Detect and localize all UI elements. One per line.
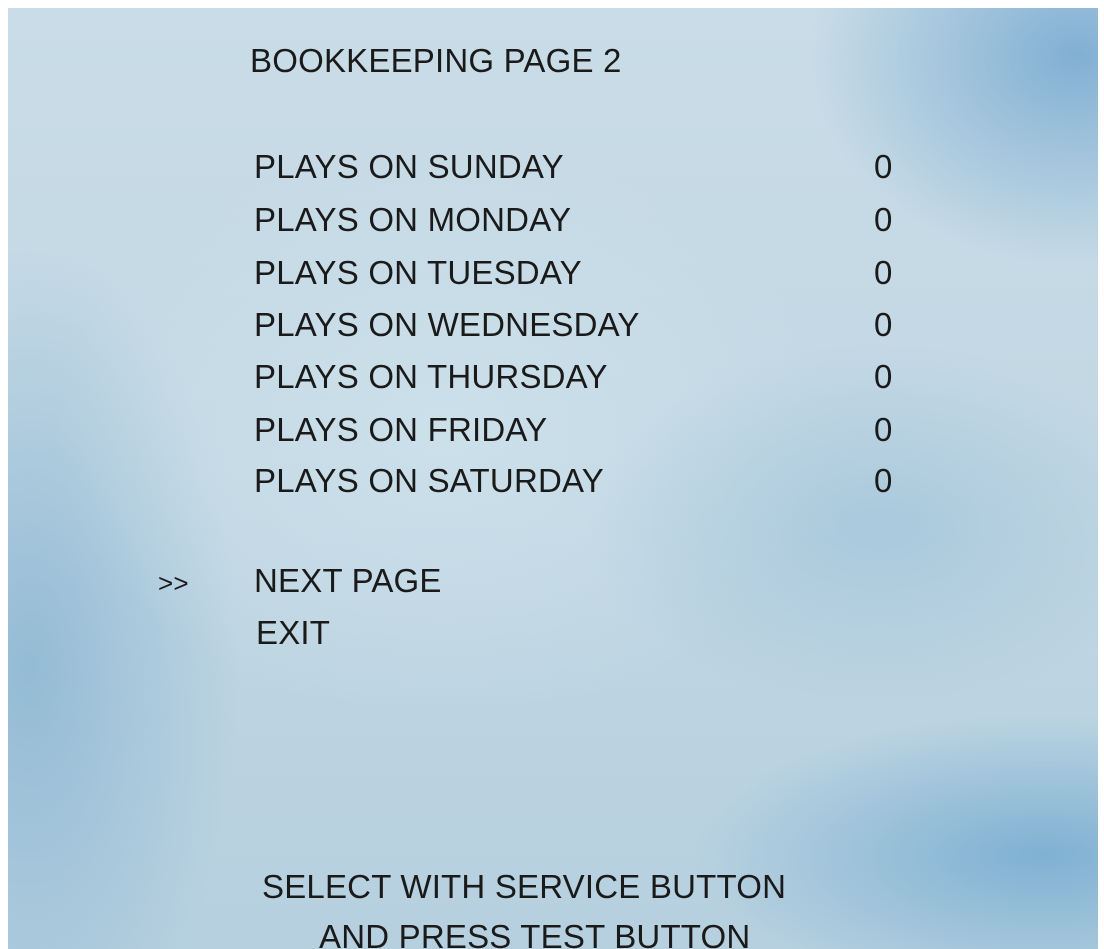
- row-label-friday: PLAYS ON FRIDAY: [254, 411, 548, 448]
- instruction-line-2: AND PRESS TEST BUTTON: [319, 918, 751, 949]
- row-label-sunday: PLAYS ON SUNDAY: [254, 148, 564, 185]
- next-page-option[interactable]: NEXT PAGE: [254, 564, 442, 597]
- row-value-wednesday: 0: [874, 306, 893, 343]
- selection-cursor: >>: [158, 568, 189, 598]
- row-value-tuesday: 0: [874, 254, 893, 291]
- service-menu-screen: BOOKKEEPING PAGE 2 PLAYS ON SUNDAY 0 PLA…: [8, 8, 1098, 949]
- row-label-saturday: PLAYS ON SATURDAY: [254, 462, 604, 499]
- instruction-line-1: SELECT WITH SERVICE BUTTON: [262, 868, 787, 905]
- row-label-thursday: PLAYS ON THURSDAY: [254, 358, 608, 395]
- row-label-monday: PLAYS ON MONDAY: [254, 201, 572, 238]
- page-title: BOOKKEEPING PAGE 2: [250, 42, 622, 79]
- row-label-tuesday: PLAYS ON TUESDAY: [254, 254, 582, 291]
- row-value-thursday: 0: [874, 358, 893, 395]
- exit-option[interactable]: EXIT: [256, 616, 330, 649]
- row-value-saturday: 0: [874, 462, 893, 499]
- row-value-friday: 0: [874, 411, 893, 448]
- row-label-wednesday: PLAYS ON WEDNESDAY: [254, 306, 640, 343]
- row-value-monday: 0: [874, 201, 893, 238]
- row-value-sunday: 0: [874, 148, 893, 185]
